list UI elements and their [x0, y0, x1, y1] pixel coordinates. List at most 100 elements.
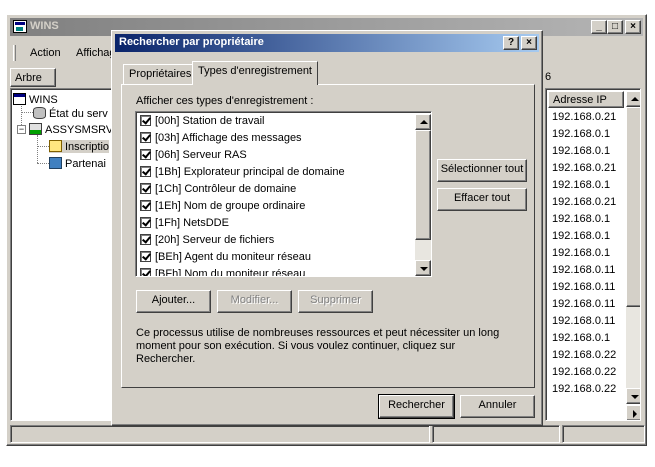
ip-list-row[interactable]: 192.168.0.21 — [552, 162, 616, 174]
add-button[interactable]: Ajouter... — [136, 290, 211, 313]
info-text: Ce processus utilise de nombreuses resso… — [136, 327, 500, 365]
close-button[interactable]: × — [625, 20, 641, 34]
scroll-up-button[interactable] — [415, 114, 431, 130]
server-icon — [29, 123, 42, 135]
tree-item-server[interactable]: ASSYSMSRV — [29, 123, 113, 136]
record-type-checkbox[interactable] — [140, 251, 151, 262]
tab-owners[interactable]: Propriétaires — [123, 64, 198, 84]
tree-pane-header[interactable]: Arbre — [10, 68, 56, 87]
scrollbar-thumb[interactable] — [415, 130, 431, 240]
record-type-label: [BEh] Agent du moniteur réseau — [155, 251, 311, 263]
ip-list-row[interactable]: 192.168.0.1 — [552, 247, 610, 259]
ip-list-row[interactable]: 192.168.0.11 — [552, 264, 615, 276]
record-type-item[interactable]: [00h] Station de travail — [140, 115, 264, 132]
ip-list-row[interactable]: 192.168.0.21 — [552, 196, 616, 208]
tree-item-label: WINS — [29, 94, 58, 106]
ip-list-row[interactable]: 192.168.0.11 — [552, 281, 615, 293]
delete-button[interactable]: Supprimer — [298, 290, 373, 313]
record-type-label: [1Eh] Nom de groupe ordinaire — [155, 200, 306, 212]
record-type-item[interactable]: [06h] Serveur RAS — [140, 149, 247, 166]
minimize-button[interactable]: _ — [591, 20, 607, 34]
tree-item-wins[interactable]: WINS — [13, 93, 58, 106]
clear-all-button[interactable]: Effacer tout — [437, 188, 527, 211]
record-type-checkbox[interactable] — [140, 115, 151, 126]
scroll-right-button[interactable] — [626, 405, 640, 420]
status-cell — [562, 425, 645, 443]
wins-app-icon — [13, 20, 27, 33]
console-tree: WINS État du serv − ASSYSMSRV Inscriptio… — [10, 88, 113, 421]
record-type-item[interactable]: [BFh] Nom du moniteur réseau — [140, 268, 306, 277]
scroll-down-button[interactable] — [415, 260, 431, 276]
ip-list-row[interactable]: 192.168.0.22 — [552, 366, 616, 378]
record-type-checkbox[interactable] — [140, 234, 151, 245]
record-type-label: [1Ch] Contrôleur de domaine — [155, 183, 297, 195]
status-cell — [432, 425, 560, 443]
dialog-title-bar[interactable]: Rechercher par propriétaire ? × — [115, 34, 539, 52]
menu-action[interactable]: Action — [30, 47, 61, 59]
ip-list-row[interactable]: 192.168.0.1 — [552, 332, 610, 344]
ip-list-row[interactable]: 192.168.0.1 — [552, 179, 610, 191]
menu-grip — [13, 45, 16, 61]
record-type-item[interactable]: [BEh] Agent du moniteur réseau — [140, 251, 311, 268]
record-type-checkbox[interactable] — [140, 217, 151, 228]
tree-item-server-status[interactable]: État du serv — [33, 107, 108, 120]
record-type-item[interactable]: [1Fh] NetsDDE — [140, 217, 229, 234]
column-header-ip[interactable]: Adresse IP — [548, 91, 624, 108]
record-type-item[interactable]: [20h] Serveur de fichiers — [140, 234, 274, 251]
tree-item-registrations[interactable]: Inscriptio — [49, 140, 110, 153]
server-status-icon — [33, 107, 46, 119]
record-type-item[interactable]: [03h] Affichage des messages — [140, 132, 302, 149]
record-type-item[interactable]: [1Eh] Nom de groupe ordinaire — [140, 200, 305, 217]
status-cell — [10, 425, 430, 443]
record-type-checkbox[interactable] — [140, 268, 151, 276]
tree-item-partners[interactable]: Partenai — [49, 157, 106, 170]
ip-list-row[interactable]: 192.168.0.22 — [552, 383, 616, 395]
ip-list-row[interactable]: 192.168.0.1 — [552, 145, 610, 157]
record-type-checkbox[interactable] — [140, 149, 151, 160]
maximize-button[interactable]: □ — [607, 20, 623, 34]
record-type-checkbox[interactable] — [140, 166, 151, 177]
tab-record-types[interactable]: Types d'enregistrement — [192, 61, 318, 85]
scroll-up-button[interactable] — [626, 91, 640, 107]
tree-item-label: État du serv — [49, 108, 108, 120]
registrations-icon — [49, 140, 62, 152]
record-type-item[interactable]: [1Ch] Contrôleur de domaine — [140, 183, 296, 200]
help-button[interactable]: ? — [503, 36, 519, 50]
cancel-button[interactable]: Annuler — [460, 395, 535, 418]
record-type-label: [BFh] Nom du moniteur réseau — [155, 268, 306, 277]
record-types-label: Afficher ces types d'enregistrement : — [136, 95, 314, 107]
arrow-down-icon — [631, 395, 639, 399]
record-type-item[interactable]: [1Bh] Explorateur principal de domaine — [140, 166, 345, 183]
tree-line — [37, 135, 38, 163]
scroll-down-button[interactable] — [626, 388, 640, 404]
ip-list-row[interactable]: 192.168.0.11 — [552, 298, 615, 310]
ip-list-row[interactable]: 192.168.0.1 — [552, 230, 610, 242]
record-type-checkbox[interactable] — [140, 183, 151, 194]
arrow-up-icon — [631, 97, 639, 101]
record-type-label: [00h] Station de travail — [155, 115, 265, 127]
record-type-label: [1Bh] Explorateur principal de domaine — [155, 166, 345, 178]
record-type-label: [1Fh] NetsDDE — [155, 217, 229, 229]
select-all-button[interactable]: Sélectionner tout — [437, 159, 527, 182]
dialog-close-button[interactable]: × — [521, 36, 537, 50]
ip-list-row[interactable]: 192.168.0.1 — [552, 213, 610, 225]
record-type-checkbox[interactable] — [140, 200, 151, 211]
scrollbar-thumb[interactable] — [626, 107, 640, 307]
ip-list-row[interactable]: 192.168.0.21 — [552, 111, 616, 123]
tree-line — [21, 112, 33, 113]
ip-list-row[interactable]: 192.168.0.1 — [552, 128, 610, 140]
ip-list-row[interactable]: 192.168.0.11 — [552, 315, 615, 327]
ip-list-view: Adresse IP 192.168.0.21 192.168.0.1 192.16… — [545, 88, 641, 421]
modify-button[interactable]: Modifier... — [217, 290, 292, 313]
ip-list-row[interactable]: 192.168.0.22 — [552, 349, 616, 361]
tree-pane-header-label: Arbre — [15, 72, 42, 84]
column-header-label: Adresse IP — [553, 94, 607, 106]
ip-list-scrollbar[interactable] — [626, 91, 640, 404]
tree-line — [37, 146, 49, 147]
record-types-scrollbar[interactable] — [415, 114, 431, 276]
search-button[interactable]: Rechercher — [378, 394, 455, 419]
collapse-toggle[interactable]: − — [17, 125, 26, 134]
wins-icon — [13, 93, 26, 105]
record-type-checkbox[interactable] — [140, 132, 151, 143]
tree-line — [37, 163, 49, 164]
